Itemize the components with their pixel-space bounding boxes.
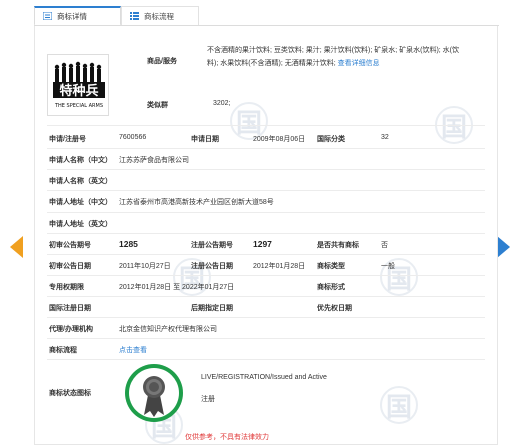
disclaimer-note: 仅供参考，不具有法律效力 xyxy=(185,434,269,441)
agent-label: 代理/办理机构 xyxy=(49,326,93,333)
row-divider xyxy=(47,212,485,213)
reg-pub-date-value: 2012年01月28日 xyxy=(253,263,306,270)
address-cn-label: 申请人地址（中文） xyxy=(49,199,112,206)
goods-text-line2: 料); 水果饮料(不含酒精); 无酒精果汁饮料; xyxy=(207,60,336,67)
reg-pub-date-label: 注册公告日期 xyxy=(191,263,233,270)
watermark-seal: 国 xyxy=(380,386,418,424)
status-chinese: 注册 xyxy=(201,396,215,403)
status-english: LIVE/REGISTRATION/Issued and Active xyxy=(201,374,327,381)
flow-link[interactable]: 点击查看 xyxy=(119,345,147,355)
reg-no-label: 申请/注册号 xyxy=(49,136,86,143)
similar-group-value: 3202; xyxy=(213,100,231,107)
row-divider xyxy=(47,338,485,339)
tab-flow[interactable]: 商标流程 xyxy=(121,6,199,26)
next-arrow-icon[interactable] xyxy=(497,236,510,258)
address-en-label: 申请人地址（英文） xyxy=(49,221,112,228)
logo-chinese-text: 特种兵 xyxy=(59,83,98,99)
apply-date-label: 申请日期 xyxy=(191,136,219,143)
period-value: 2012年01月28日 至 2022年01月27日 xyxy=(119,284,235,291)
tab-details-label: 商标详情 xyxy=(57,11,87,21)
first-pub-no-value: 1285 xyxy=(119,239,138,249)
row-divider xyxy=(47,275,485,276)
apply-date-value: 2009年08月06日 xyxy=(253,136,306,143)
list-icon xyxy=(130,12,139,20)
goods-text: 不含酒精的果汁饮料; 豆类饮料; 果汁; 果汁饮料(饮料); 矿泉水; 矿泉水(… xyxy=(207,44,497,70)
row-divider xyxy=(47,296,485,297)
details-icon xyxy=(42,11,53,21)
row-divider xyxy=(47,359,485,360)
row-divider xyxy=(47,148,485,149)
reg-no-value: 7600566 xyxy=(119,134,147,141)
goods-detail-link[interactable]: 查看详细信息 xyxy=(338,60,380,67)
row-divider xyxy=(47,190,485,191)
row-divider xyxy=(47,254,485,255)
tab-bar: 商标详情 商标流程 xyxy=(34,6,199,26)
agent-value: 北京金信知识产权代理有限公司 xyxy=(119,326,217,333)
first-pub-no-label: 初审公告期号 xyxy=(49,242,91,249)
trademark-logo: 特种兵 THE SPECIAL ARMS xyxy=(47,54,109,116)
applicant-cn-label: 申请人名称（中文） xyxy=(49,157,112,164)
registration-badge-icon xyxy=(123,362,185,424)
row-divider xyxy=(47,169,485,170)
tab-details[interactable]: 商标详情 xyxy=(34,6,121,26)
row-divider xyxy=(47,317,485,318)
reg-pub-no-label: 注册公告期号 xyxy=(191,242,233,249)
tab-flow-label: 商标流程 xyxy=(144,11,174,21)
status-label: 商标状态图标 xyxy=(49,390,91,397)
period-label: 专用权期限 xyxy=(49,284,84,291)
goods-text-line1: 不含酒精的果汁饮料; 豆类饮料; 果汁; 果汁饮料(饮料); 矿泉水; 矿泉水(… xyxy=(207,47,459,54)
first-pub-date-value: 2011年10月27日 xyxy=(119,263,171,270)
applicant-cn-value: 江苏苏萨食品有限公司 xyxy=(119,157,189,164)
later-date-label: 后期指定日期 xyxy=(191,305,233,312)
type-value: 一般 xyxy=(381,263,395,270)
flow-label: 商标流程 xyxy=(49,347,77,354)
prev-arrow-icon[interactable] xyxy=(10,236,23,258)
reg-pub-no-value: 1297 xyxy=(253,239,272,249)
class-value: 32 xyxy=(381,134,389,141)
priority-label: 优先权日期 xyxy=(317,305,352,312)
shared-value: 否 xyxy=(381,242,388,249)
first-pub-date-label: 初审公告日期 xyxy=(49,263,91,270)
similar-group-label: 类似群 xyxy=(147,102,168,109)
applicant-en-label: 申请人名称（英文） xyxy=(49,178,112,185)
goods-label: 商品/服务 xyxy=(147,58,177,65)
class-label: 国际分类 xyxy=(317,136,345,143)
form-label: 商标形式 xyxy=(317,284,345,291)
intl-reg-label: 国际注册日期 xyxy=(49,305,91,312)
row-divider xyxy=(47,125,485,126)
logo-english-text: THE SPECIAL ARMS xyxy=(54,103,103,109)
address-cn-value: 江苏省泰州市高港高新技术产业园区创新大道58号 xyxy=(119,199,274,206)
detail-panel: 国 国 国 国 国 国 特种兵 THE SPECIAL ARMS 商品/服务 不… xyxy=(34,26,498,445)
row-divider xyxy=(47,233,485,234)
type-label: 商标类型 xyxy=(317,263,345,270)
shared-label: 是否共有商标 xyxy=(317,242,359,249)
